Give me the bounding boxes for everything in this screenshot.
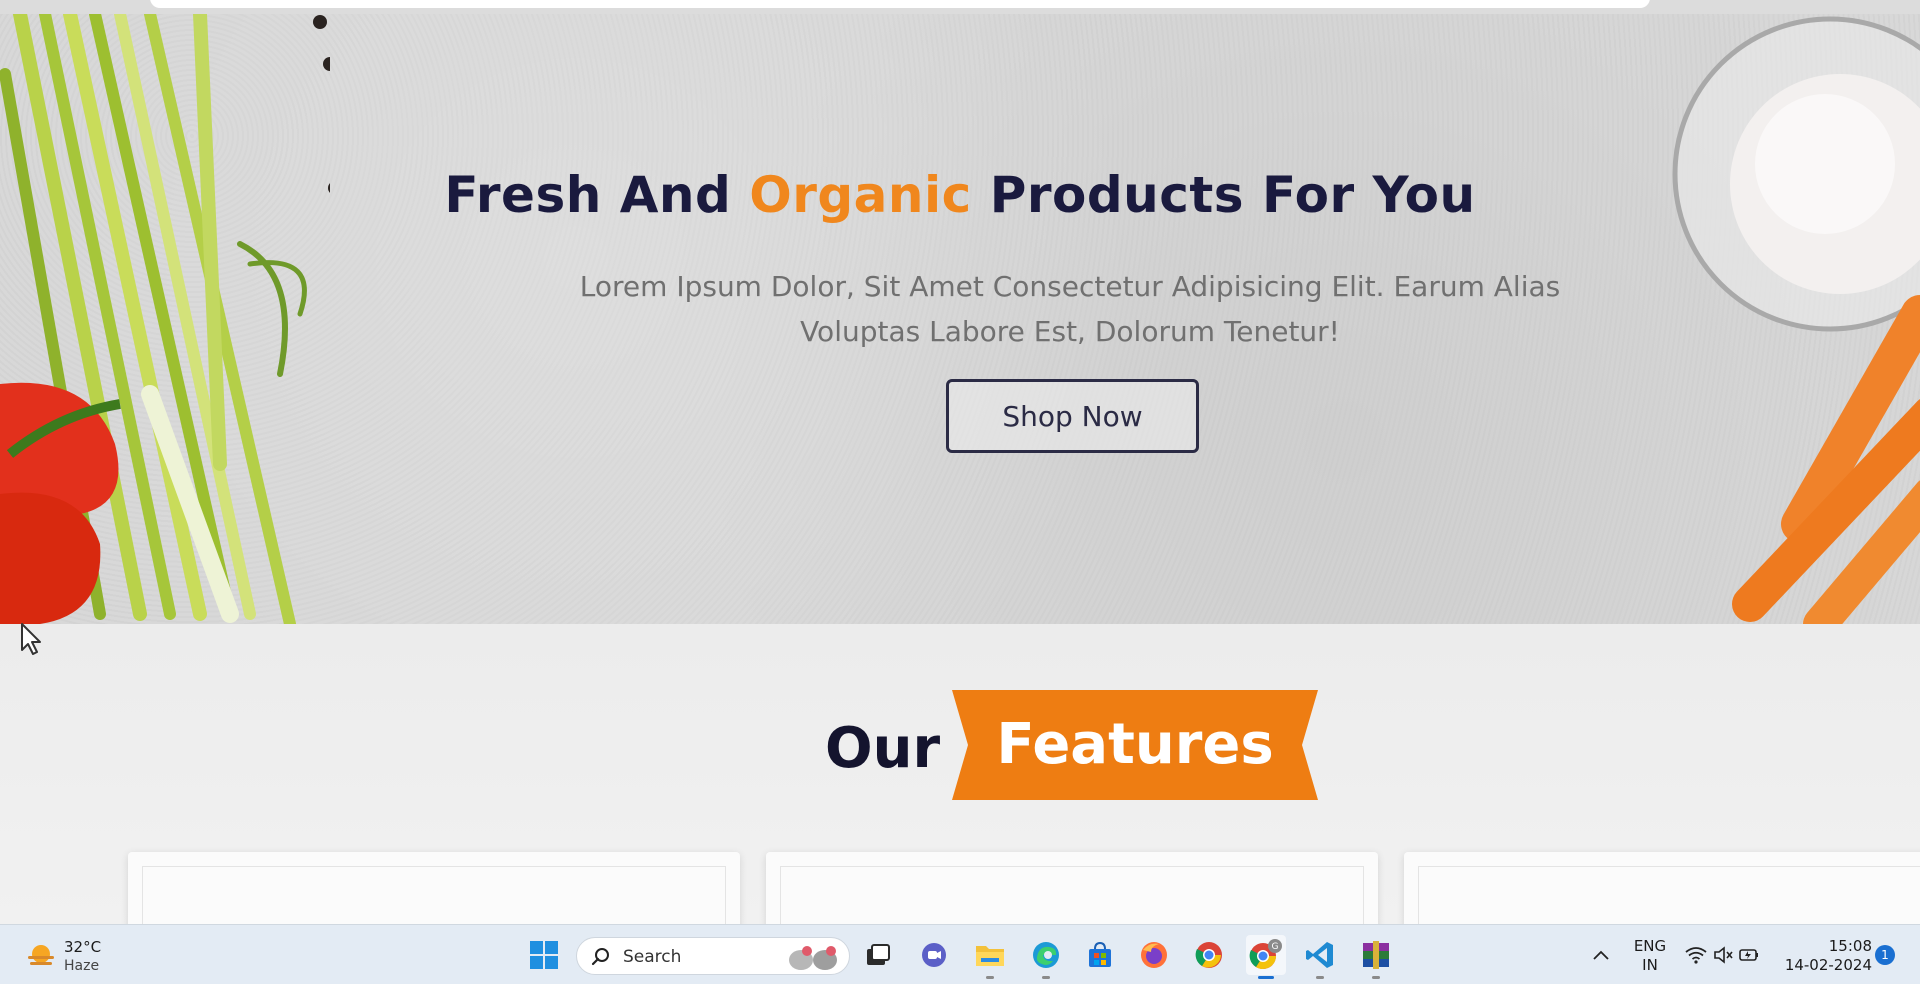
vscode-icon (1306, 942, 1333, 968)
hero-title-accent: Organic (749, 166, 972, 224)
show-hidden-icons-button[interactable] (1586, 935, 1616, 975)
microsoft-store-button[interactable] (1080, 935, 1120, 975)
winrar-button[interactable] (1356, 935, 1396, 979)
browser-top-edge (0, 0, 1920, 14)
hero-title-part1: Fresh And (444, 166, 732, 224)
chrome-button[interactable] (1189, 935, 1229, 975)
task-view-icon (867, 944, 890, 965)
features-heading: Our Features (0, 690, 1920, 800)
winrar-archive-icon (1363, 941, 1389, 969)
features-heading-plain: Our (825, 716, 941, 781)
shop-now-button[interactable]: Shop Now (946, 379, 1199, 453)
vscode-button[interactable] (1300, 935, 1340, 979)
clock-time: 15:08 (1828, 937, 1872, 955)
hero-content: Fresh And Organic Products For You Lorem… (0, 14, 1920, 624)
wifi-icon (1685, 947, 1707, 964)
weather-widget[interactable]: 32°C Haze (22, 937, 142, 975)
language-region: IN (1642, 956, 1658, 974)
chevron-up-icon (1593, 950, 1609, 960)
hero-title-part2: Products For You (989, 166, 1476, 224)
chrome-profile-button[interactable]: G (1246, 935, 1286, 979)
features-section: Our Features (0, 624, 1920, 952)
search-highlight-birds-icon (789, 946, 837, 970)
notification-badge[interactable]: 1 (1875, 945, 1895, 965)
file-explorer-button[interactable] (970, 935, 1010, 979)
running-indicator (1042, 976, 1050, 979)
running-indicator (1316, 976, 1324, 979)
meet-chat-icon (922, 943, 946, 967)
svg-text:G: G (1272, 942, 1279, 952)
firefox-button[interactable] (1134, 935, 1174, 975)
clock[interactable]: 15:08 14-02-2024 (1772, 937, 1872, 984)
edge-button[interactable] (1026, 935, 1066, 979)
start-button[interactable] (524, 935, 564, 975)
mouse-cursor-icon (21, 623, 41, 655)
firefox-icon (1141, 942, 1167, 968)
taskbar-search-box[interactable]: Search (576, 937, 850, 975)
running-indicator (986, 976, 994, 979)
volume-muted-icon (1714, 946, 1733, 964)
search-placeholder: Search (623, 947, 682, 967)
store-bag-icon (1089, 941, 1111, 967)
quick-settings-button[interactable] (1682, 935, 1762, 975)
hero-subtitle-line1: Lorem Ipsum Dolor, Sit Amet Consectetur … (579, 270, 1561, 303)
hero-banner: Fresh And Organic Products For You Lorem… (0, 14, 1920, 624)
chrome-profile-icon: G (1249, 939, 1282, 970)
search-icon (591, 948, 609, 966)
windows-taskbar: 32°C Haze Search G ENG IN 15:08 14-02-20… (0, 924, 1920, 984)
folder-icon (976, 946, 1004, 966)
battery-charging-icon (1739, 949, 1758, 961)
task-view-button[interactable] (858, 935, 898, 975)
running-indicator (1372, 976, 1380, 979)
haze-weather-icon (28, 945, 54, 965)
weather-temperature: 32°C (64, 938, 102, 956)
hero-subtitle: Lorem Ipsum Dolor, Sit Amet Consectetur … (560, 264, 1580, 354)
clock-date: 14-02-2024 (1784, 956, 1872, 974)
chrome-icon (1195, 942, 1222, 968)
hero-subtitle-line2: Voluptas Labore Est, Dolorum Tenetur! (800, 315, 1340, 348)
weather-condition: Haze (64, 958, 100, 974)
active-window-indicator (1258, 976, 1274, 979)
hero-title: Fresh And Organic Products For You (0, 166, 1920, 224)
teams-meet-button[interactable] (914, 935, 954, 975)
edge-browser-icon (1033, 942, 1059, 968)
address-bar-edge[interactable] (150, 0, 1650, 8)
language-indicator[interactable]: ENG IN (1630, 937, 1670, 984)
windows-logo-icon (530, 941, 558, 969)
features-heading-highlight: Features (996, 712, 1274, 777)
language-code: ENG (1633, 937, 1667, 955)
